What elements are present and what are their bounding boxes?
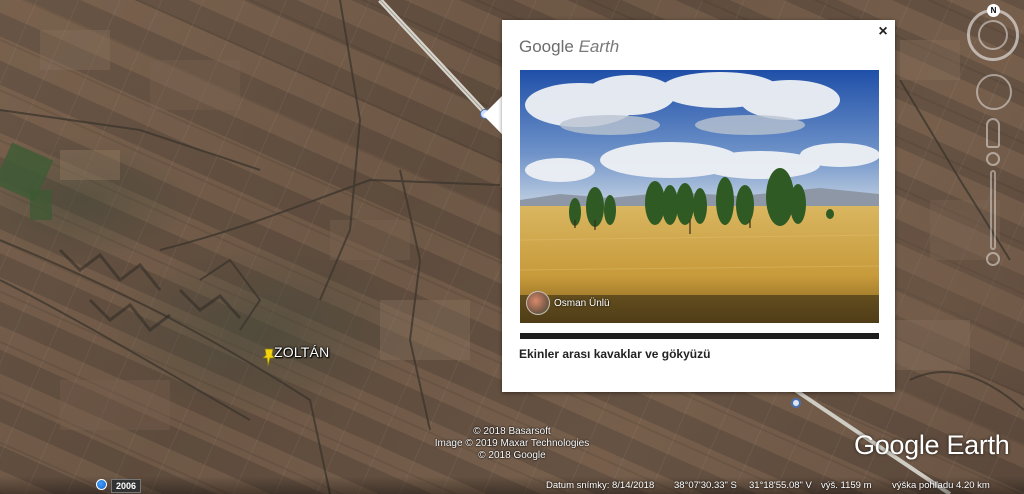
brand-earth: Earth	[578, 37, 620, 56]
street-view-person-icon[interactable]	[986, 118, 1000, 148]
poi-marker-icon[interactable]	[791, 398, 801, 408]
google-earth-logo: Google Earth	[854, 430, 1010, 460]
author-name: Osman Ünlü	[554, 297, 610, 309]
attribution-line-1: © 2018 Basarsoft	[473, 426, 551, 437]
longitude-readout: 31°18'55.08" V	[749, 480, 812, 491]
attribution-line-3: © 2018 Google	[478, 450, 546, 461]
zoom-in-button[interactable]	[986, 152, 1000, 166]
brand-google: Google	[519, 37, 574, 56]
imagery-date: Datum snímky: 8/14/2018	[546, 480, 655, 491]
eye-altitude-readout: výška pohľadu 4.20 km	[892, 480, 990, 491]
status-bar: Datum snímky: 8/14/2018 38°07'30.33" S 3…	[0, 476, 1024, 494]
look-joystick[interactable]	[976, 74, 1012, 110]
close-button[interactable]: ×	[874, 23, 892, 41]
placemark-label[interactable]: ZOLTÁN	[274, 344, 329, 360]
elevation-readout: výš. 1159 m	[821, 480, 872, 491]
imagery-year-badge[interactable]: 2006	[111, 479, 142, 493]
info-balloon: × Google Earth Osman Ünlü Ekinler arası …	[502, 20, 895, 392]
attribution-line-2: Image © 2019 Maxar Technologies	[434, 438, 590, 449]
zoom-slider[interactable]	[990, 170, 996, 250]
author-avatar	[526, 291, 550, 315]
balloon-photo[interactable]: Osman Ünlü	[520, 70, 879, 323]
zoom-out-button[interactable]	[986, 252, 1000, 266]
compass-inner-ring[interactable]	[978, 20, 1008, 50]
balloon-brand: Google Earth	[519, 37, 619, 57]
navigation-controls[interactable]: N	[964, 0, 1024, 270]
balloon-tail	[483, 95, 503, 135]
photo-caption: Ekinler arası kavaklar ve gökyüzü	[519, 347, 711, 361]
photo-progress-bar	[520, 333, 879, 339]
photo-author[interactable]: Osman Ünlü	[526, 291, 610, 315]
map-attribution: © 2018 Basarsoft Image © 2019 Maxar Tech…	[422, 426, 602, 462]
north-indicator[interactable]: N	[987, 4, 1000, 17]
latitude-readout: 38°07'30.33" S	[674, 480, 737, 491]
historical-imagery-icon[interactable]	[96, 479, 107, 490]
